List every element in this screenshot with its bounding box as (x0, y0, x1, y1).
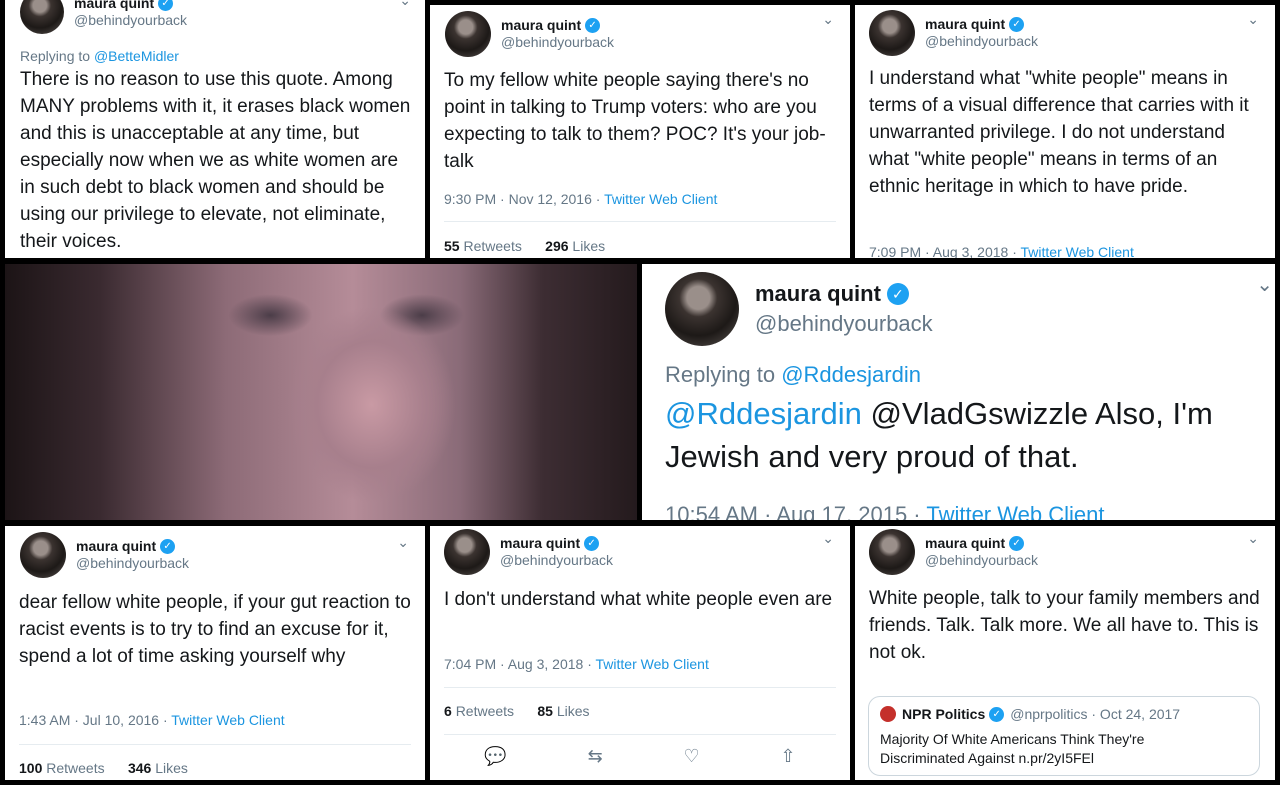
reply-mention-link[interactable]: @Rddesjardin (781, 362, 921, 387)
chevron-down-icon[interactable]: ⌄ (399, 0, 411, 9)
tweet-text: There is no reason to use this quote. Am… (20, 69, 411, 252)
tweet-header: maura quint ✓ @behindyourback (20, 532, 189, 578)
avatar[interactable] (444, 529, 490, 575)
verified-icon: ✓ (1009, 17, 1025, 33)
verified-icon: ✓ (584, 536, 600, 552)
tweet-card: maura quint ✓ @behindyourback ⌄ dear fell… (5, 526, 425, 780)
tweet-header: maura quint ✓ @behindyourback (20, 0, 187, 34)
tweet-card: maura quint ✓ @behindyourback ⌄ White peo… (855, 526, 1275, 780)
avatar[interactable] (20, 532, 66, 578)
replying-to: Replying to @BetteMidler (20, 48, 179, 64)
quoted-text: Majority Of White Americans Think They'r… (880, 731, 1145, 766)
like-count[interactable]: 296 Likes (545, 238, 605, 254)
client-link[interactable]: Twitter Web Client (926, 502, 1104, 520)
tweet-card: maura quint ✓ @behindyourback ⌄ I underst… (855, 5, 1275, 258)
chevron-down-icon[interactable]: ⌄ (1247, 530, 1259, 547)
handle[interactable]: @behindyourback (925, 33, 1038, 50)
verified-icon: ✓ (1009, 536, 1025, 552)
client-link[interactable]: Twitter Web Client (1021, 244, 1134, 258)
client-link[interactable]: Twitter Web Client (596, 656, 709, 672)
tweet-card: maura quint ✓ @behindyourback ⌄ Replying … (5, 0, 425, 258)
tweet-text: I understand what "white people" means i… (869, 68, 1249, 197)
chevron-down-icon[interactable]: ⌄ (397, 534, 409, 551)
like-count[interactable]: 85 Likes (537, 703, 589, 719)
reply-mention-link[interactable]: @BetteMidler (94, 48, 179, 64)
profile-photo (5, 264, 637, 520)
avatar[interactable] (665, 272, 739, 346)
divider (444, 221, 836, 222)
mention-link[interactable]: @Rddesjardin (665, 396, 862, 431)
display-name[interactable]: maura quint ✓ (755, 279, 933, 309)
tweet-timestamp[interactable]: 7:04 PM · Aug 3, 2018 · Twitter Web Clie… (444, 656, 709, 672)
retweet-count[interactable]: 55 Retweets (444, 238, 522, 254)
chevron-down-icon[interactable]: ⌄ (1247, 11, 1259, 28)
verified-icon: ✓ (160, 539, 176, 555)
tweet-text: White people, talk to your family member… (869, 588, 1260, 663)
tweet-stats: 55 Retweets 296 Likes (444, 238, 605, 254)
handle[interactable]: @behindyourback (755, 309, 933, 339)
tweet-header: maura quint ✓ @behindyourback (869, 529, 1038, 575)
reply-icon[interactable]: 💬 (484, 746, 506, 767)
handle[interactable]: @behindyourback (925, 552, 1038, 569)
tweet-timestamp[interactable]: 9:30 PM · Nov 12, 2016 · Twitter Web Cli… (444, 191, 717, 207)
replying-to: Replying to @Rddesjardin (665, 362, 921, 387)
display-name[interactable]: maura quint ✓ (925, 535, 1038, 552)
handle[interactable]: @behindyourback (76, 555, 189, 572)
divider (444, 687, 836, 688)
chevron-down-icon[interactable]: ⌄ (822, 530, 834, 547)
display-name[interactable]: maura quint ✓ (925, 16, 1038, 33)
display-name[interactable]: maura quint ✓ (500, 535, 613, 552)
verified-icon: ✓ (585, 18, 601, 34)
tweet-stats: 100 Retweets 346 Likes (19, 760, 188, 776)
verified-icon: ✓ (886, 283, 909, 306)
handle[interactable]: @behindyourback (74, 12, 187, 29)
like-count[interactable]: 346 Likes (128, 760, 188, 776)
avatar[interactable] (445, 11, 491, 57)
tweet-card: maura quint ✓ @behindyourback ⌄ To my fel… (430, 5, 850, 258)
tweet-text: @Rddesjardin @VladGswizzle Also, I'm Jew… (665, 396, 1213, 474)
quoted-tweet[interactable]: NPR Politics ✓ @nprpolitics · Oct 24, 20… (868, 696, 1260, 776)
tweet-header: maura quint ✓ @behindyourback (444, 529, 613, 575)
avatar[interactable] (869, 10, 915, 56)
client-link[interactable]: Twitter Web Client (171, 712, 284, 728)
divider (444, 734, 836, 735)
divider (19, 744, 411, 745)
share-icon[interactable]: ⇧ (781, 746, 796, 767)
verified-icon: ✓ (989, 706, 1005, 722)
display-name[interactable]: maura quint ✓ (74, 0, 187, 12)
retweet-icon[interactable]: ⇆ (588, 746, 603, 767)
handle[interactable]: @behindyourback (500, 552, 613, 569)
tweet-card: maura quint ✓ @behindyourback ⌄ Replying … (642, 264, 1275, 520)
avatar[interactable] (869, 529, 915, 575)
tweet-text: To my fellow white people saying there's… (444, 70, 826, 172)
tweet-header: maura quint ✓ @behindyourback (869, 10, 1038, 56)
tweet-timestamp[interactable]: 10:54 AM · Aug 17, 2015 · Twitter Web Cl… (665, 502, 1104, 520)
retweet-count[interactable]: 6 Retweets (444, 703, 514, 719)
tweet-card: maura quint ✓ @behindyourback ⌄ I don't u… (430, 526, 850, 780)
npr-logo-icon (880, 706, 896, 722)
tweet-timestamp[interactable]: 1:43 AM · Jul 10, 2016 · Twitter Web Cli… (19, 712, 285, 728)
avatar[interactable] (20, 0, 64, 34)
chevron-down-icon[interactable]: ⌄ (822, 11, 834, 28)
tweet-text: I don't understand what white people eve… (444, 589, 833, 610)
chevron-down-icon[interactable]: ⌄ (1256, 272, 1273, 297)
heart-icon[interactable]: ♡ (684, 746, 700, 767)
verified-icon: ✓ (158, 0, 174, 12)
tweet-header: maura quint ✓ @behindyourback (665, 272, 933, 346)
tweet-timestamp[interactable]: 7:09 PM · Aug 3, 2018 · Twitter Web Clie… (869, 244, 1134, 258)
display-name[interactable]: maura quint ✓ (76, 538, 189, 555)
handle[interactable]: @behindyourback (501, 34, 614, 51)
tweet-stats: 6 Retweets 85 Likes (444, 703, 590, 719)
tweet-header: maura quint ✓ @behindyourback (445, 11, 614, 57)
tweet-text: dear fellow white people, if your gut re… (19, 592, 411, 667)
client-link[interactable]: Twitter Web Client (604, 191, 717, 207)
display-name[interactable]: maura quint ✓ (501, 17, 614, 34)
tweet-actions: 💬 ⇆ ♡ ⇧ (444, 746, 836, 767)
quoted-name[interactable]: NPR Politics (902, 706, 985, 722)
quoted-handle[interactable]: @nprpolitics · Oct 24, 2017 (1010, 706, 1180, 722)
retweet-count[interactable]: 100 Retweets (19, 760, 105, 776)
